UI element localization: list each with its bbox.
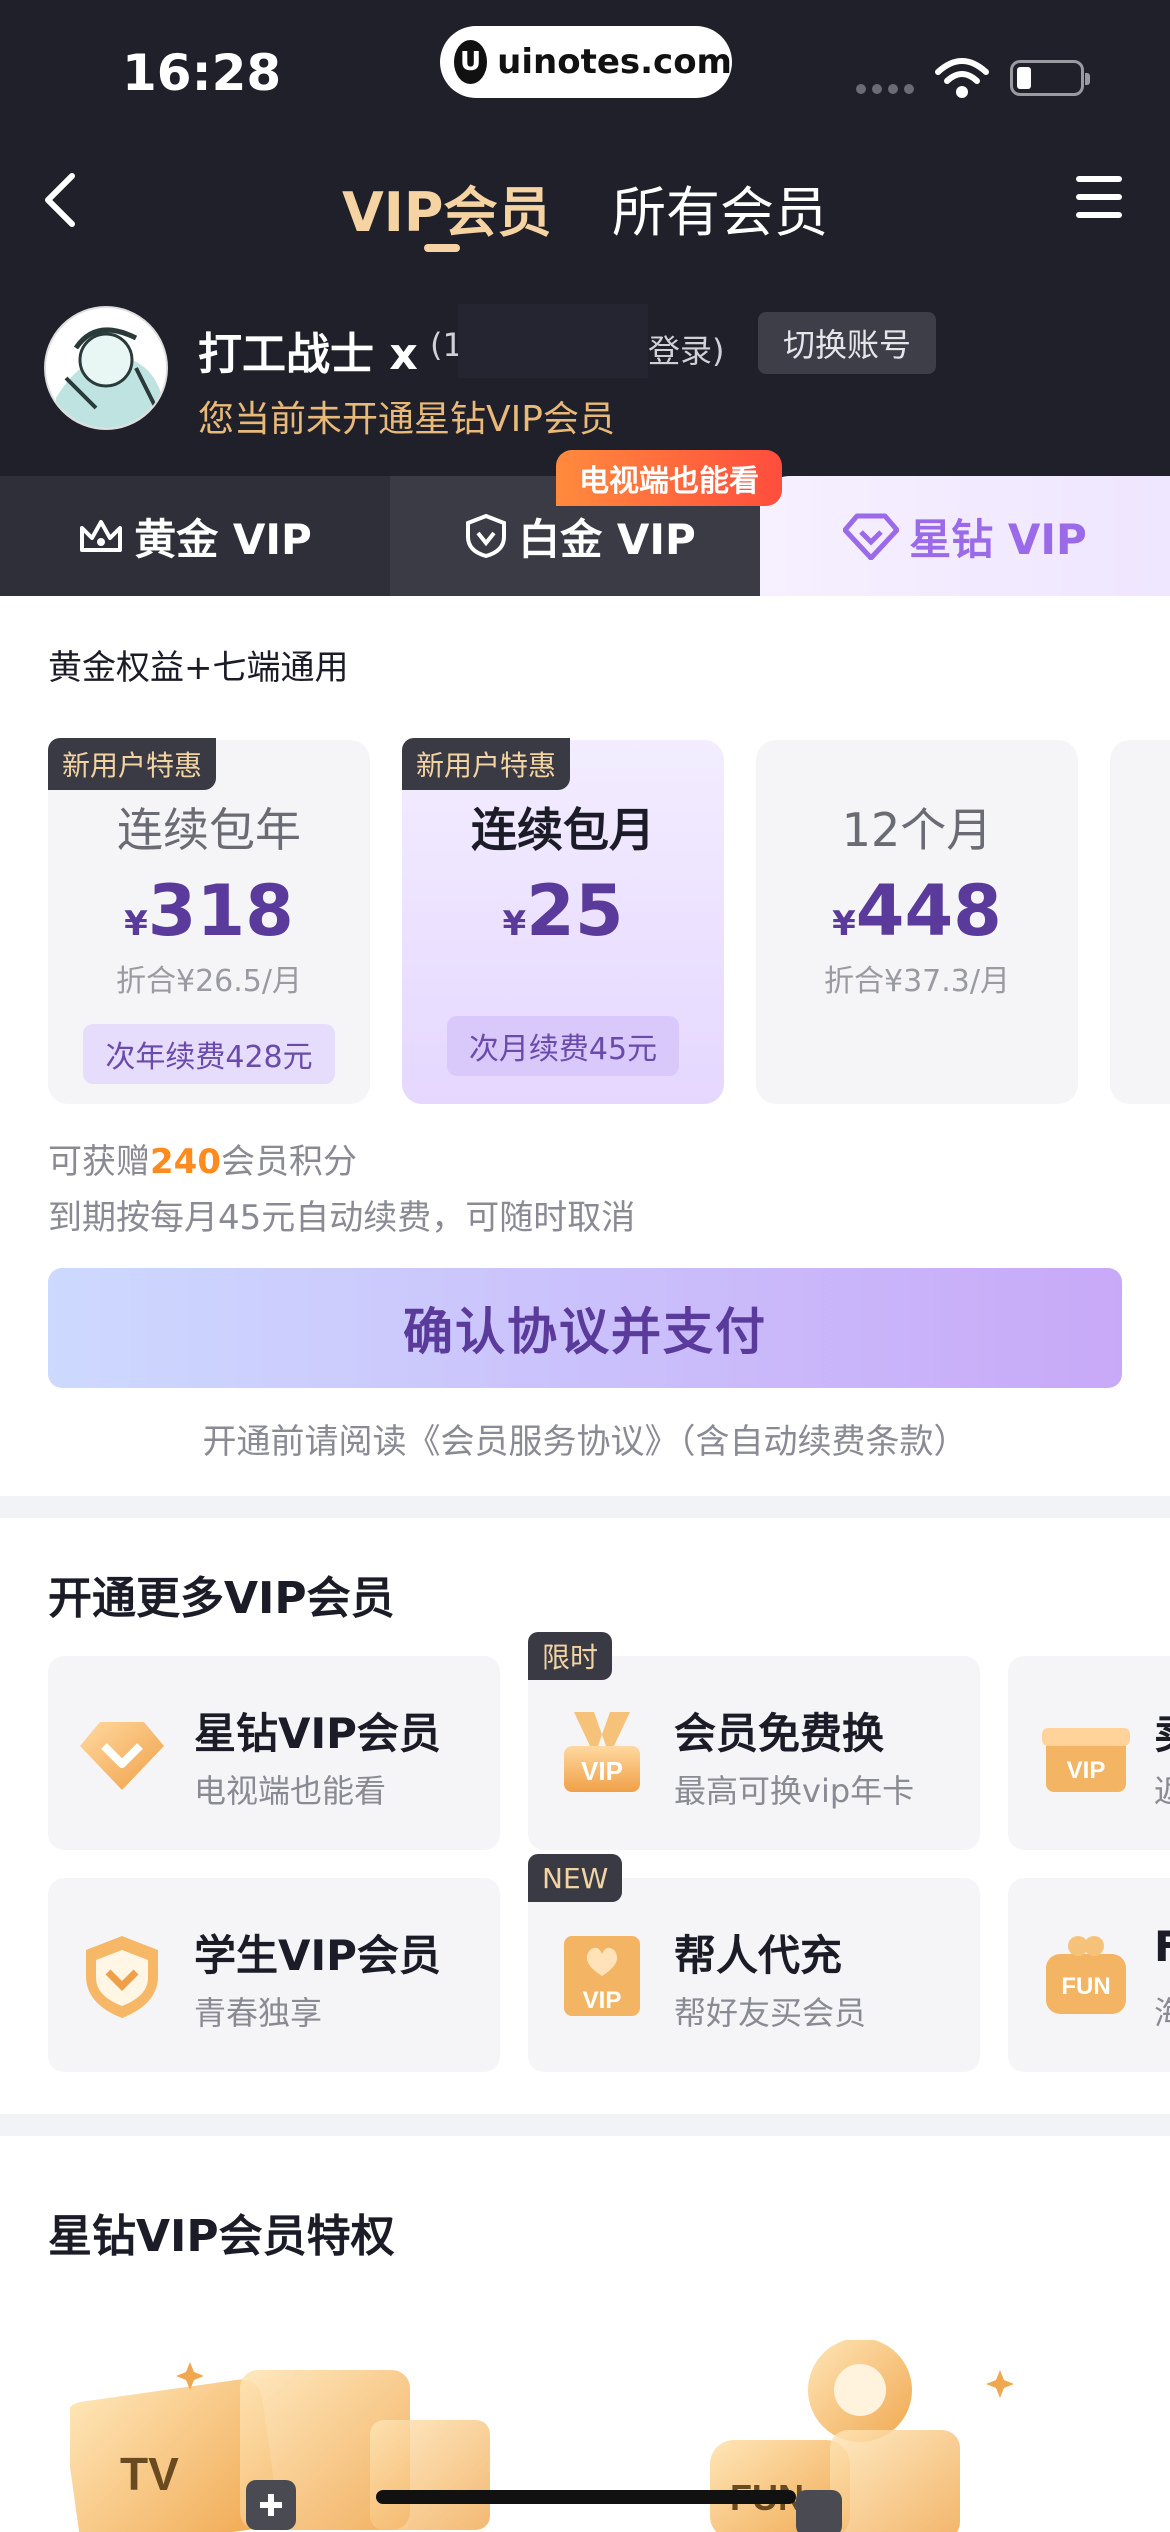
- svg-text:VIP: VIP: [1067, 1757, 1106, 1784]
- plan-price: ¥318: [124, 870, 294, 952]
- card-subtitle: 青春独享: [194, 1994, 323, 2032]
- confirm-pay-button[interactable]: 确认协议并支付: [48, 1268, 1122, 1388]
- svg-text:VIP: VIP: [583, 1987, 622, 2014]
- more-card-star-diamond[interactable]: 星钻VIP会员 电视端也能看: [48, 1656, 500, 1850]
- plan-unit-price: 折合¥26.5/月: [116, 964, 302, 999]
- plan-renew-badge: 次年续费428元: [83, 1024, 335, 1084]
- plan-name: 连续包月: [471, 803, 655, 857]
- section-divider: [0, 1496, 1170, 1518]
- tier-star-diamond-vip[interactable]: 星钻 VIP: [760, 476, 1170, 596]
- card-title: 会员免费换: [674, 1709, 885, 1758]
- privilege-title: 星钻VIP会员特权: [48, 2211, 395, 2262]
- crown-icon: [80, 520, 123, 552]
- card-subtitle: 电视端也能看: [194, 1772, 387, 1810]
- back-icon[interactable]: [38, 170, 82, 230]
- login-suffix: 登录): [648, 332, 725, 370]
- tab-vip-membership[interactable]: VIP会员: [342, 168, 551, 247]
- svg-text:TV: TV: [120, 2448, 179, 2500]
- card-title: 帮人代充: [674, 1931, 843, 1980]
- plan-card-annual-auto[interactable]: 新用户特惠 连续包年 ¥318 折合¥26.5/月 次年续费428元: [48, 738, 370, 1104]
- student-shield-icon: [86, 1936, 158, 2018]
- site-pill: U uinotes.com: [440, 26, 732, 98]
- status-time: 16:28: [122, 44, 282, 102]
- signal-icon: [856, 84, 914, 94]
- plan-price: ¥25: [502, 870, 624, 952]
- renew-note: 到期按每月45元自动续费，可随时取消: [48, 1198, 636, 1238]
- plan-price: ¥448: [832, 870, 1002, 952]
- plan-card-monthly-auto[interactable]: 新用户特惠 连续包月 ¥25 次月续费45元: [402, 738, 724, 1104]
- card-subtitle: 海: [1154, 1988, 1170, 2034]
- limited-tag: 限时: [528, 1632, 613, 1680]
- diamond-icon: [80, 1722, 164, 1790]
- more-card-free-exchange[interactable]: VIP 会员免费换 最高可换vip年卡: [528, 1656, 980, 1850]
- site-logo-icon: U: [454, 40, 488, 84]
- card-subtitle: 帮好友买会员: [674, 1994, 867, 2032]
- card-subtitle: 最高可换vip年卡: [674, 1772, 915, 1810]
- tab-active-indicator: [424, 244, 460, 252]
- switch-account-button[interactable]: 切换账号: [758, 312, 936, 374]
- more-vip-title: 开通更多VIP会员: [48, 1573, 395, 1624]
- new-tag: NEW: [528, 1854, 623, 1902]
- shield-icon: [466, 513, 507, 559]
- vip-gift-icon: VIP: [1042, 1728, 1130, 1792]
- card-title: 卖: [1154, 1700, 1170, 1761]
- wifi-icon: [935, 58, 989, 98]
- redacted-phone: [458, 304, 648, 378]
- plan-renew-badge: 次月续费45元: [446, 1016, 680, 1076]
- tab-all-memberships[interactable]: 所有会员: [612, 168, 828, 247]
- site-label: uinotes.com: [497, 42, 732, 82]
- battery-icon: [1010, 60, 1090, 96]
- tv-badge: 电视端也能看: [556, 450, 782, 506]
- plan-unit-price: [402, 956, 724, 992]
- menu-icon[interactable]: [1076, 176, 1124, 218]
- section-divider: [0, 2114, 1170, 2136]
- plan-name: 连续包年: [117, 803, 301, 857]
- vip-heart-icon: VIP: [564, 1936, 640, 2016]
- home-indicator[interactable]: [376, 2490, 796, 2504]
- vip-status-text: 您当前未开通星钻VIP会员: [198, 399, 615, 440]
- svg-text:FUN: FUN: [1061, 1973, 1110, 2000]
- plan-card-12-months[interactable]: 12个月 ¥448 折合¥37.3/月: [756, 740, 1078, 1104]
- fun-gift-icon: FUN: [1046, 1936, 1126, 2014]
- username: 打工战士 x: [198, 329, 418, 380]
- agreement-link[interactable]: 开通前请阅读《会员服务协议》（含自动续费条款）: [0, 1414, 1170, 1463]
- card-subtitle: 返: [1154, 1766, 1170, 1812]
- plan-tag: 新用户特惠: [402, 738, 571, 790]
- plan-unit-price: 折合¥37.3/月: [824, 964, 1010, 999]
- tier-star-label: 星钻 VIP: [909, 514, 1087, 564]
- points-reward: 可获赠240会员积分: [48, 1142, 357, 1182]
- tier-platinum-label: 白金 VIP: [518, 514, 696, 564]
- card-title: F: [1154, 1922, 1170, 1971]
- more-card-gift-recharge[interactable]: VIP 帮人代充 帮好友买会员: [528, 1878, 980, 2072]
- avatar[interactable]: [44, 306, 168, 430]
- vip-medal-icon: VIP: [564, 1712, 640, 1792]
- card-title: 星钻VIP会员: [194, 1709, 441, 1758]
- more-card-student-vip[interactable]: 学生VIP会员 青春独享: [48, 1878, 500, 2072]
- tier-gold-vip[interactable]: 黄金 VIP: [0, 476, 390, 596]
- plan-name: 12个月: [841, 803, 993, 857]
- card-title: 学生VIP会员: [194, 1931, 441, 1980]
- svg-text:VIP: VIP: [581, 1756, 623, 1786]
- tier-gold-label: 黄金 VIP: [134, 514, 312, 564]
- more-card-partial-1[interactable]: VIP 卖 返: [1008, 1656, 1170, 1850]
- more-card-partial-2[interactable]: FUN F 海: [1008, 1878, 1170, 2072]
- plan-card-partial[interactable]: [1110, 740, 1170, 1104]
- diamond-icon: [843, 513, 900, 560]
- plan-note: 黄金权益+七端通用: [48, 648, 349, 688]
- plan-tag: 新用户特惠: [48, 738, 217, 790]
